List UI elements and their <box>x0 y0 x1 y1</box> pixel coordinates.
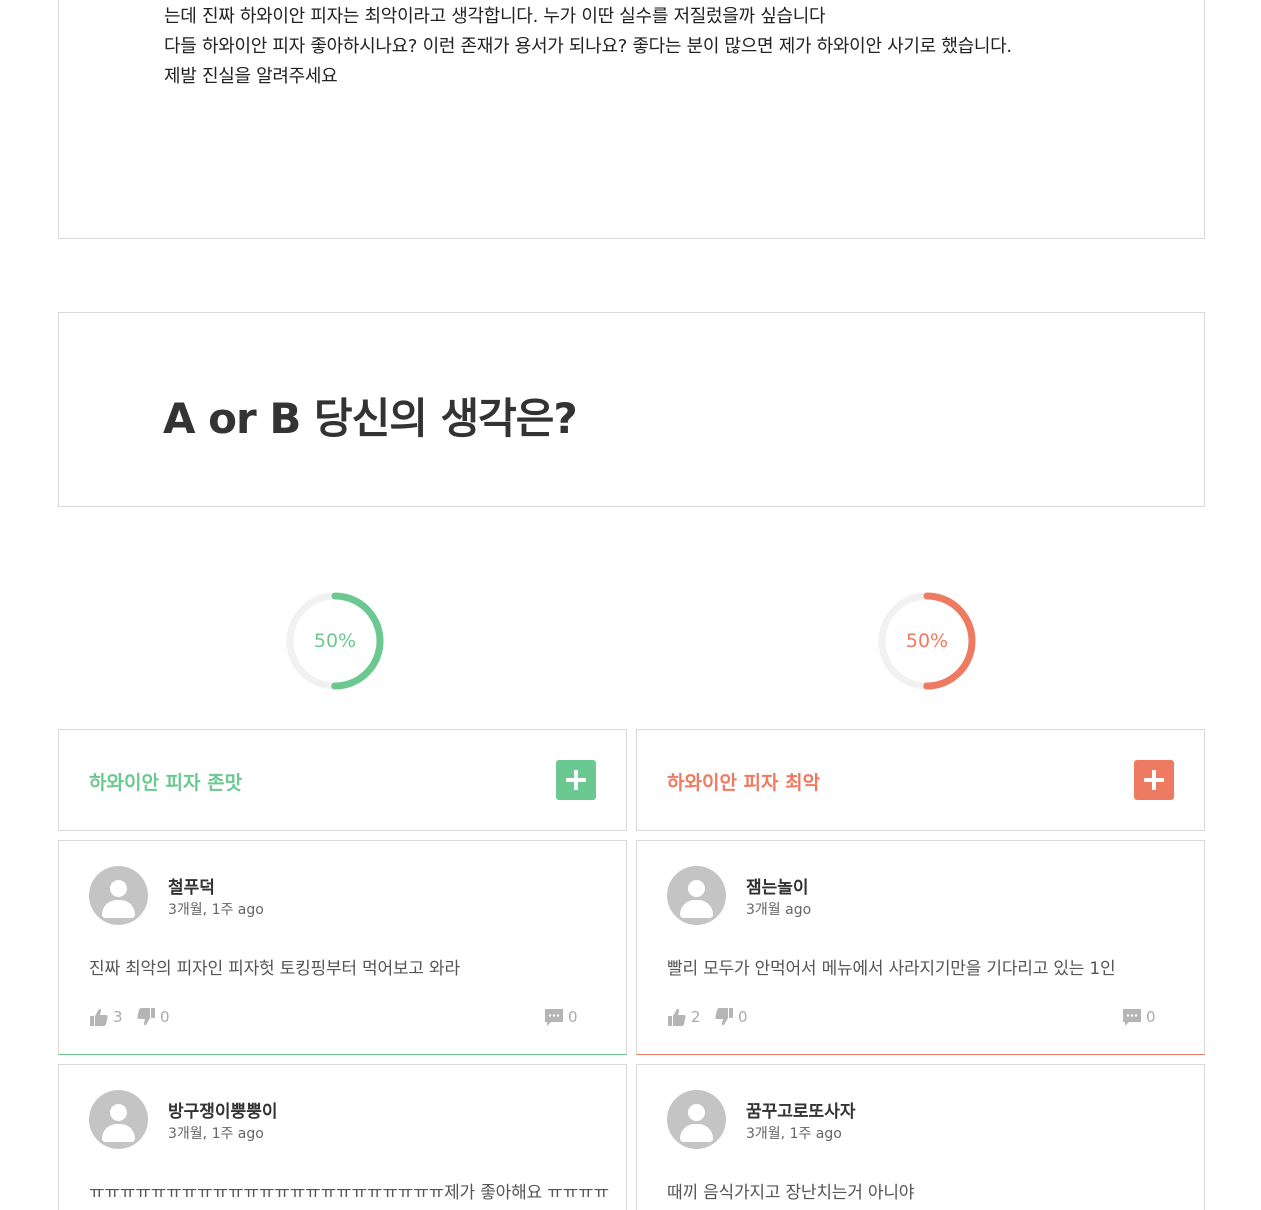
comment-author: 잼는놀이 <box>746 878 809 898</box>
thumbs-down-icon <box>715 1008 733 1026</box>
user-icon <box>667 1090 726 1149</box>
question-title: A or B 당신의 생각은? <box>163 394 578 443</box>
plus-icon <box>574 770 578 790</box>
comment-author: 철푸덕 <box>168 878 215 898</box>
question-box: A or B 당신의 생각은? <box>58 312 1205 507</box>
user-icon <box>667 866 726 925</box>
comment-time: 3개월, 1주 ago <box>168 1126 264 1142</box>
comment-actions: 3 0 0 <box>89 1006 599 1028</box>
like-count: 2 <box>691 1008 701 1026</box>
post-line: 제발 진실을 알려주세요 <box>164 66 338 87</box>
post-text: 는데 진짜 하와이안 피자는 최악이라고 생각합니다. 누가 이딴 실수를 저질… <box>164 2 1012 92</box>
option-b-add-comment-button[interactable] <box>1134 760 1174 800</box>
user-icon <box>89 1090 148 1149</box>
comment-text: 빨리 모두가 안먹어서 메뉴에서 사라지기만을 기다리고 있는 1인 <box>667 959 1116 979</box>
user-icon <box>89 866 148 925</box>
option-a-add-comment-button[interactable] <box>556 760 596 800</box>
comment-card: 꿈꾸고로또사자 3개월, 1주 ago 때끼 음식가지고 장난치는거 아니야 <box>636 1064 1205 1210</box>
post-line: 다들 하와이안 피자 좋아하시나요? 이런 존재가 용서가 되나요? 좋다는 분… <box>164 36 1012 57</box>
comment-bubble-icon <box>1123 1009 1141 1026</box>
thumbs-up-icon <box>90 1008 108 1026</box>
comment-actions: 2 0 0 <box>667 1006 1177 1028</box>
post-line: 는데 진짜 하와이안 피자는 최악이라고 생각합니다. 누가 이딴 실수를 저질… <box>164 6 826 27</box>
option-a-label: 하와이안 피자 존맛 <box>89 772 243 794</box>
thumbs-down-icon <box>137 1008 155 1026</box>
option-b-percent: 50% <box>905 630 949 652</box>
dislike-count: 0 <box>160 1008 170 1026</box>
comment-time: 3개월, 1주 ago <box>746 1126 842 1142</box>
comment-text: 진짜 최악의 피자인 피자헛 토킹핑부터 먹어보고 와라 <box>89 959 460 979</box>
option-b-label: 하와이안 피자 최악 <box>667 772 821 794</box>
thumbs-up-icon <box>668 1008 686 1026</box>
comment-author: 방구쟁이뿡뿡이 <box>168 1102 278 1122</box>
option-b-header: 하와이안 피자 최악 <box>636 729 1205 831</box>
dislike-count: 0 <box>738 1008 748 1026</box>
comment-time: 3개월, 1주 ago <box>168 902 264 918</box>
post-body: 는데 진짜 하와이안 피자는 최악이라고 생각합니다. 누가 이딴 실수를 저질… <box>58 0 1205 239</box>
comment-card: 철푸덕 3개월, 1주 ago 진짜 최악의 피자인 피자헛 토킹핑부터 먹어보… <box>58 840 627 1055</box>
reply-count: 0 <box>568 1008 578 1026</box>
comment-text: ㅠㅠㅠㅠㅠㅠㅠㅠㅠㅠㅠㅠㅠㅠㅠㅠㅠㅠㅠㅠㅠㅠㅠ제가 좋아해요 ㅠㅠㅠㅠ <box>89 1183 609 1203</box>
comment-author: 꿈꾸고로또사자 <box>746 1102 856 1122</box>
comment-time: 3개월 ago <box>746 902 812 918</box>
like-count: 3 <box>113 1008 123 1026</box>
option-a-percent-gauge: 50% <box>285 591 385 691</box>
plus-icon <box>1152 770 1156 790</box>
comment-bubble-icon <box>545 1009 563 1026</box>
option-b-percent-gauge: 50% <box>877 591 977 691</box>
option-a-header: 하와이안 피자 존맛 <box>58 729 627 831</box>
reply-count: 0 <box>1146 1008 1156 1026</box>
comment-card: 방구쟁이뿡뿡이 3개월, 1주 ago ㅠㅠㅠㅠㅠㅠㅠㅠㅠㅠㅠㅠㅠㅠㅠㅠㅠㅠㅠㅠ… <box>58 1064 627 1210</box>
comment-card: 잼는놀이 3개월 ago 빨리 모두가 안먹어서 메뉴에서 사라지기만을 기다리… <box>636 840 1205 1055</box>
option-a-percent: 50% <box>313 630 357 652</box>
comment-text: 때끼 음식가지고 장난치는거 아니야 <box>667 1183 915 1203</box>
